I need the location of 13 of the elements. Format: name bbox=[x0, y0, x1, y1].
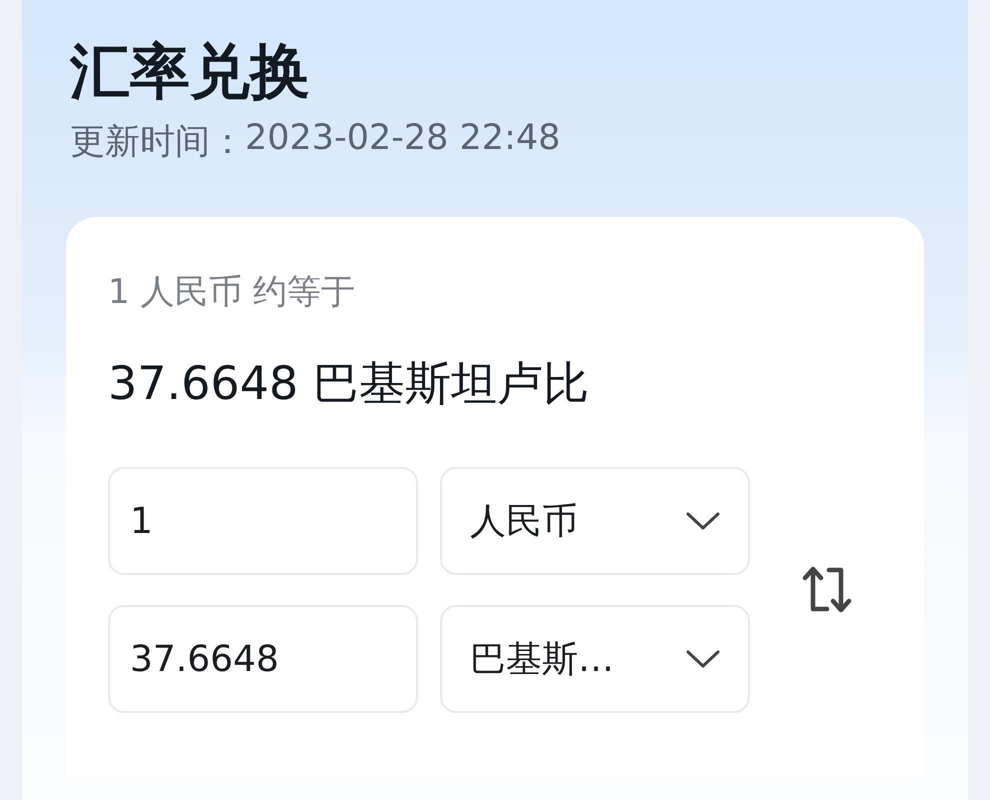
amount-input[interactable]: 37.6648 bbox=[108, 605, 418, 713]
swap-arrows-icon bbox=[801, 565, 853, 615]
update-label: 更新时间： bbox=[70, 121, 245, 164]
base-rate-text: 1 人民币 约等于 bbox=[108, 271, 356, 314]
update-time: 2023-02-28 22:48 bbox=[245, 118, 560, 160]
page-title: 汇率兑换 bbox=[70, 36, 311, 108]
amount-input[interactable]: 1 bbox=[108, 467, 418, 575]
swap-button[interactable] bbox=[801, 565, 853, 615]
converted-rate-text: 37.6648 巴基斯坦卢比 bbox=[108, 355, 590, 412]
currency-dropdown[interactable]: 人民币 bbox=[440, 467, 750, 575]
currency-dropdown[interactable]: 巴基斯… bbox=[440, 605, 750, 713]
chevron-down-icon bbox=[686, 649, 720, 669]
chevron-down-icon bbox=[686, 511, 720, 531]
